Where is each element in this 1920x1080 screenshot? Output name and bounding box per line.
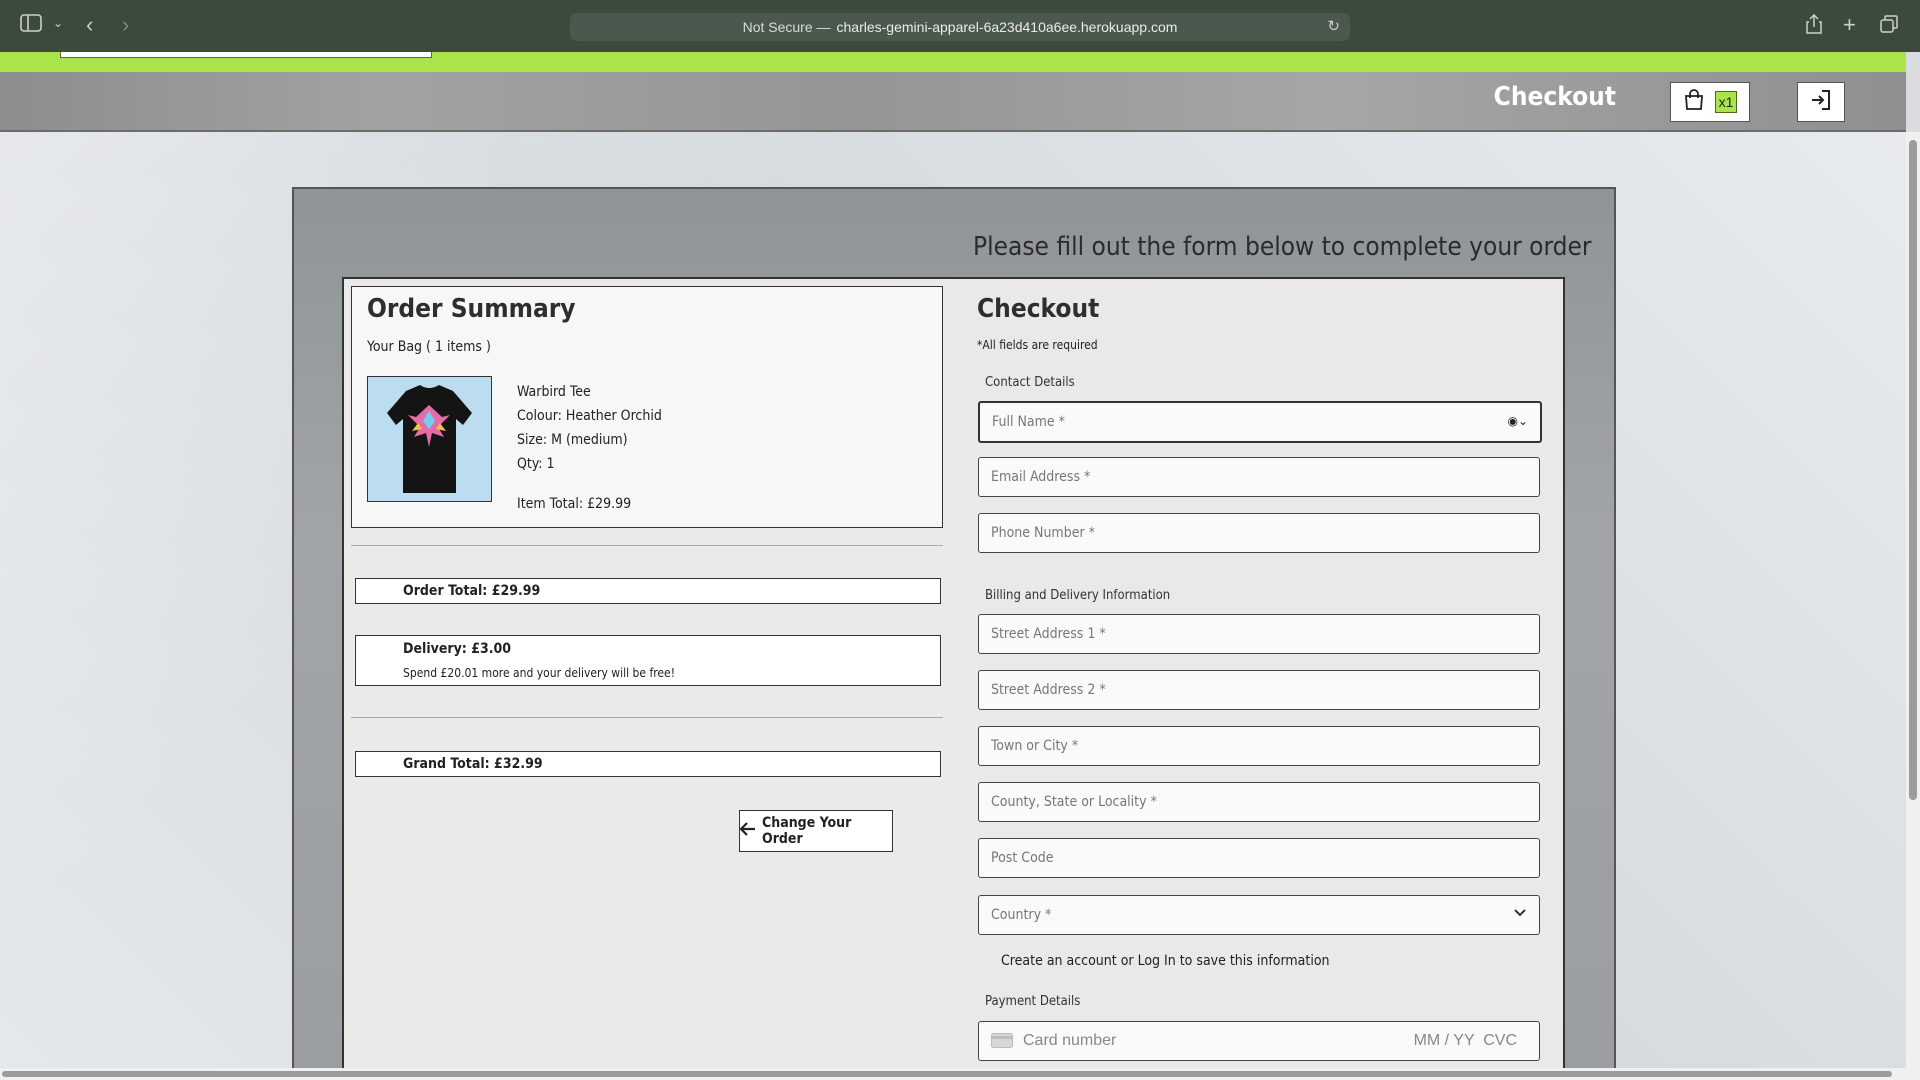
arrow-left-icon [739, 822, 756, 840]
not-secure-label: Not Secure — [742, 19, 831, 35]
grand-total: Grand Total: £32.99 [403, 756, 543, 772]
card-expiry-cvc-placeholder[interactable]: MM / YY CVC [1414, 1032, 1517, 1050]
street-address-2-input[interactable] [979, 671, 1539, 709]
country-select-placeholder: Country * [991, 907, 1052, 923]
checkout-title: Checkout [977, 294, 1100, 324]
card-element[interactable]: Card number MM / YY CVC [978, 1021, 1540, 1061]
site-header: Checkout x1 [0, 72, 1906, 132]
county-input[interactable] [979, 783, 1539, 821]
product-image[interactable] [367, 376, 492, 502]
product-colour: Colour: Heather Orchid [517, 408, 662, 424]
required-fields-note: *All fields are required [977, 338, 1098, 352]
horizontal-scroll-thumb[interactable] [2, 1071, 1892, 1077]
bag-item-count: Your Bag ( 1 items ) [367, 339, 491, 355]
phone-input[interactable] [979, 514, 1539, 552]
delivery-cost: Delivery: £3.00 [403, 641, 512, 657]
delivery-box: Delivery: £3.00 Spend £20.01 more and yo… [355, 635, 941, 686]
order-summary-title: Order Summary [367, 294, 576, 324]
product-name: Warbird Tee [517, 384, 591, 400]
grand-total-box: Grand Total: £32.99 [355, 751, 941, 777]
product-size: Size: M (medium) [517, 432, 628, 448]
horizontal-scrollbar[interactable] [0, 1068, 1920, 1080]
postcode-field[interactable] [978, 838, 1540, 878]
country-select[interactable]: Country * [978, 895, 1540, 935]
login-button[interactable] [1797, 82, 1845, 122]
header-accent-strip [0, 52, 1906, 72]
vertical-scrollbar[interactable] [1906, 132, 1920, 1068]
page-heading: Checkout [1493, 82, 1616, 112]
summary-divider [351, 717, 943, 718]
product-item-total: Item Total: £29.99 [517, 496, 632, 512]
town-city-input[interactable] [979, 727, 1539, 765]
delivery-note: Spend £20.01 more and your delivery will… [403, 666, 676, 680]
full-name-input[interactable] [980, 403, 1540, 441]
summary-divider [351, 545, 943, 546]
url-text: charles-gemini-apparel-6a23d410a6ee.hero… [836, 19, 1178, 35]
login-icon [1810, 89, 1832, 116]
vertical-scroll-thumb[interactable] [1909, 140, 1917, 800]
change-order-button[interactable]: Change Your Order [739, 810, 893, 852]
street-address-1-field[interactable] [978, 614, 1540, 654]
create-account-link[interactable]: Create an account or Log In to save this… [1001, 953, 1330, 969]
reload-icon[interactable]: ↻ [1327, 17, 1340, 35]
address-bar[interactable]: Not Secure — charles-gemini-apparel-6a23… [570, 13, 1350, 41]
postcode-input[interactable] [979, 839, 1539, 877]
chevron-down-icon[interactable]: ⌄ [53, 16, 63, 30]
shopping-bag-icon [1683, 88, 1705, 116]
street-address-1-input[interactable] [979, 615, 1539, 653]
product-qty: Qty: 1 [517, 456, 555, 472]
billing-delivery-label: Billing and Delivery Information [985, 588, 1171, 603]
full-name-field[interactable]: ◉⌄ [978, 401, 1542, 443]
street-address-2-field[interactable] [978, 670, 1540, 710]
product-details: Warbird Tee Colour: Heather Orchid Size:… [517, 380, 662, 516]
bag-count-badge: x1 [1714, 91, 1738, 113]
sidebar-icon[interactable] [20, 14, 42, 37]
chevron-down-icon [1513, 905, 1527, 924]
contact-autofill-icon[interactable]: ◉⌄ [1507, 414, 1528, 428]
forward-arrow-icon: › [122, 12, 130, 37]
form-intro-heading: Please fill out the form below to comple… [973, 232, 1592, 262]
town-city-field[interactable] [978, 726, 1540, 766]
county-field[interactable] [978, 782, 1540, 822]
contact-details-label: Contact Details [985, 375, 1075, 390]
search-bar-edge[interactable] [60, 52, 432, 58]
browser-toolbar: ⌄ ‹ › Not Secure — charles-gemini-appare… [0, 0, 1920, 52]
email-input[interactable] [979, 458, 1539, 496]
change-order-label: Change Your Order [762, 815, 852, 847]
order-total: Order Total: £29.99 [403, 583, 541, 599]
new-tab-icon[interactable]: + [1843, 12, 1856, 38]
phone-field[interactable] [978, 513, 1540, 553]
tabs-overview-icon[interactable] [1880, 15, 1898, 38]
share-icon[interactable] [1806, 13, 1822, 39]
email-field[interactable] [978, 457, 1540, 497]
card-number-placeholder[interactable]: Card number [1023, 1032, 1116, 1050]
order-total-box: Order Total: £29.99 [355, 578, 941, 604]
back-arrow-icon[interactable]: ‹ [86, 12, 93, 38]
payment-details-label: Payment Details [985, 994, 1081, 1009]
card-icon [991, 1033, 1013, 1053]
shopping-bag-button[interactable]: x1 [1670, 82, 1750, 122]
